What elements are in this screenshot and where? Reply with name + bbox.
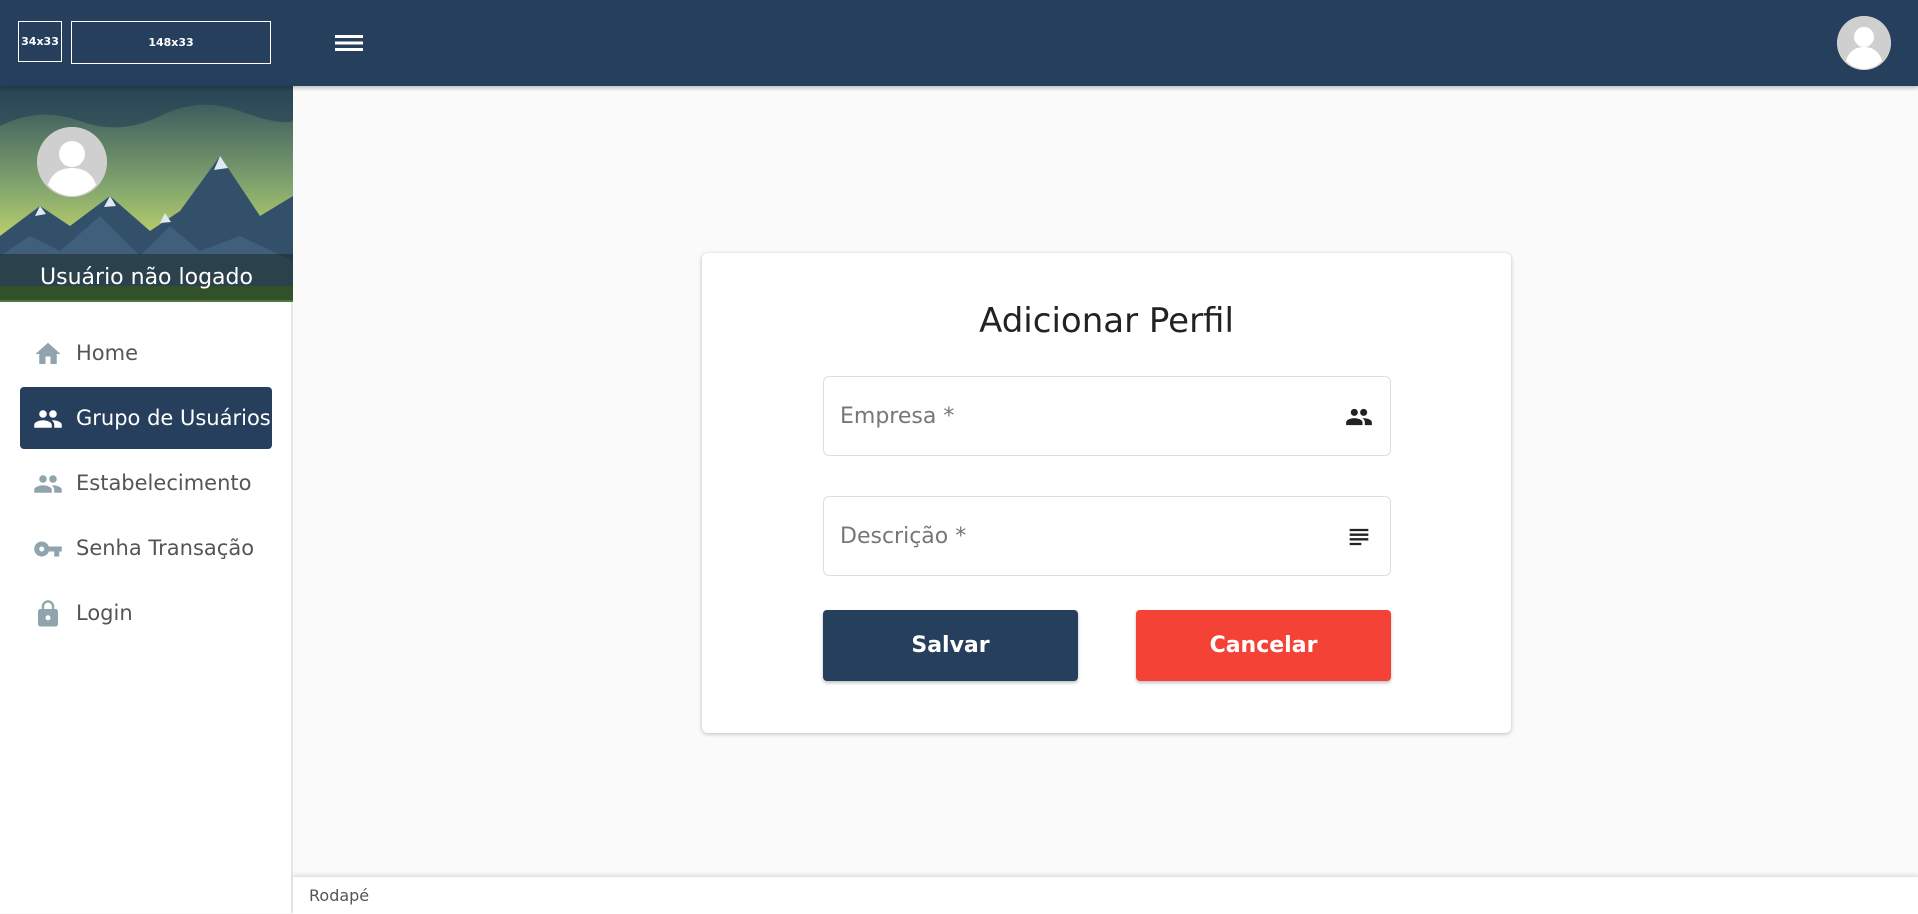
empresa-field[interactable] [823,376,1391,456]
logo-placeholder-small: 34x33 [18,21,62,62]
add-profile-card: Adicionar Perfil Salvar Cancelar [702,253,1511,733]
sidebar-item-grupo-de-usuarios[interactable]: Grupo de Usuários [20,387,272,449]
footer-text: Rodapé [309,886,370,905]
lock-icon [38,600,58,627]
sidebar-avatar [37,127,107,197]
hamburger-menu-button[interactable] [328,27,370,59]
page-title: Adicionar Perfil [979,301,1234,341]
user-status-label: Usuário não logado [0,254,293,300]
sidebar-item-label: Estabelecimento [76,471,252,495]
user-avatar-icon [1837,16,1891,70]
cancel-button[interactable]: Cancelar [1136,610,1391,681]
user-avatar-button[interactable] [1837,16,1891,70]
save-button[interactable]: Salvar [823,610,1078,681]
sidebar-item-home[interactable]: Home [20,322,272,384]
descricao-field[interactable] [823,496,1391,576]
empresa-input[interactable] [824,377,1390,455]
hamburger-menu-icon [335,35,363,51]
notes-icon [1349,528,1369,546]
key-icon [34,541,62,557]
sidebar: Usuário não logado Home Grupo de Usuário… [0,86,293,913]
sidebar-profile-header: Usuário não logado [0,86,293,302]
sidebar-item-estabelecimento[interactable]: Estabelecimento [20,452,272,514]
people-icon [34,410,62,428]
sidebar-item-login[interactable]: Login [20,582,272,644]
sidebar-item-senha-transacao[interactable]: Senha Transação [20,517,272,579]
sidebar-item-label: Home [76,341,139,365]
people-icon [1346,408,1372,426]
footer: Rodapé [293,876,1918,914]
sidebar-item-label: Grupo de Usuários [76,406,271,430]
descricao-input[interactable] [824,497,1390,575]
user-avatar-icon [37,127,107,197]
people-icon [34,475,62,493]
home-icon [35,342,61,364]
sidebar-item-label: Senha Transação [76,536,255,560]
logo-placeholder-large: 148x33 [71,21,271,64]
top-app-bar: 34x33 148x33 [0,0,1918,86]
sidebar-item-label: Login [76,601,133,625]
